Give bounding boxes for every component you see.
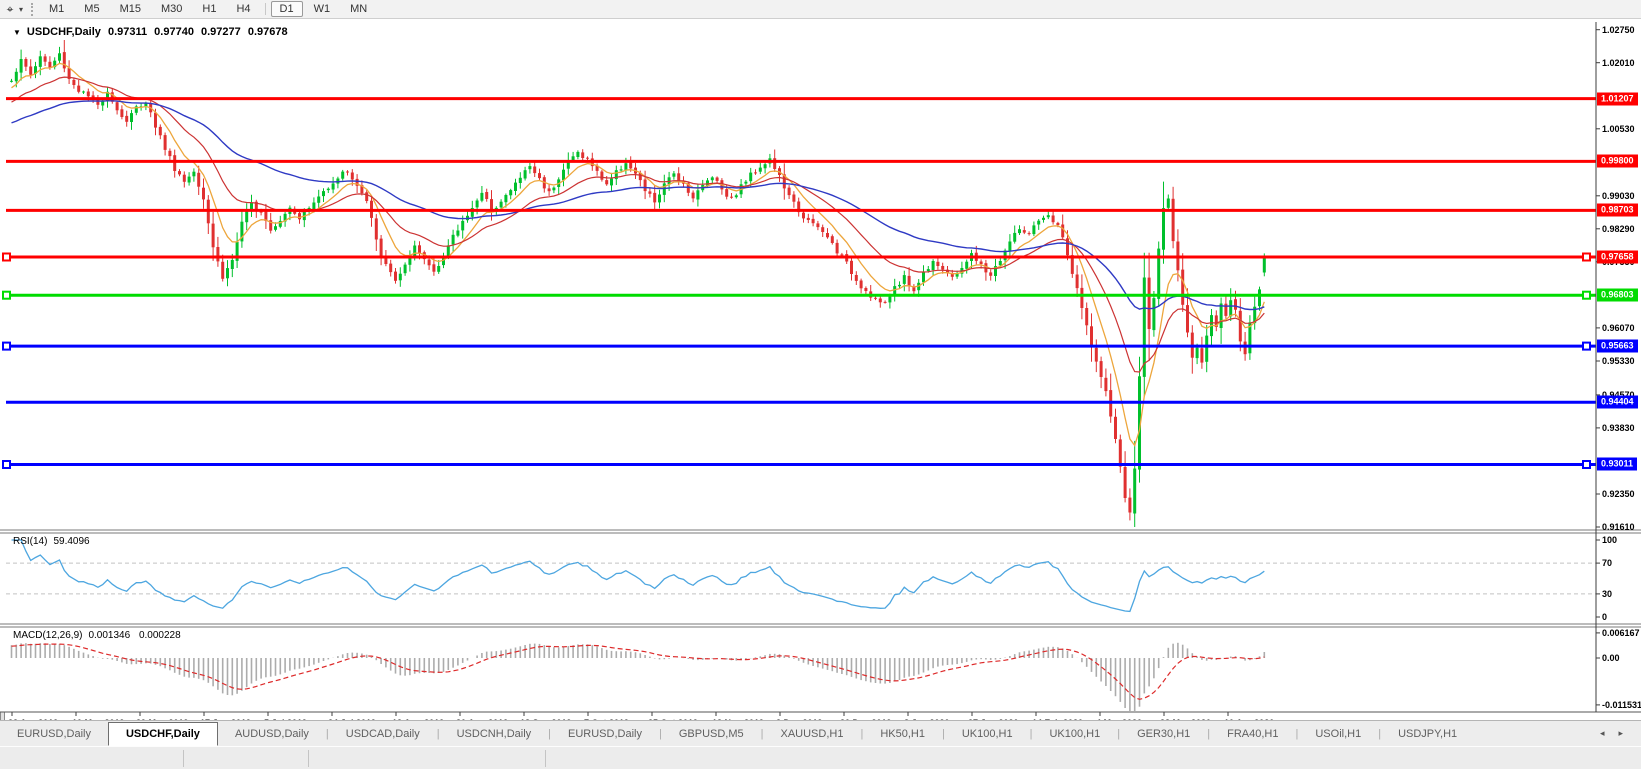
ohlc-close: 0.97678	[247, 26, 288, 38]
macd-indicator-label: MACD(12,26,9) 0.001346 0.000228	[13, 630, 181, 641]
chart-tab-fra40-h1[interactable]: FRA40,H1	[1210, 721, 1295, 746]
toolbar-grip-handle[interactable]	[31, 2, 34, 16]
chart-tab-ger30-h1[interactable]: GER30,H1	[1120, 721, 1207, 746]
timeframe-toolbar: ⌖ ▾ M1 M5 M15 M30 H1 H4 D1 W1 MN	[0, 0, 1641, 19]
price-axis-tick: 0.91610	[1602, 522, 1635, 533]
timeframe-button-mn[interactable]: MN	[341, 1, 376, 17]
level-price-label: 0.97658	[1597, 250, 1638, 264]
chart-tab-hk50-h1[interactable]: HK50,H1	[863, 721, 942, 746]
price-axis-tick: 1.02010	[1602, 57, 1635, 68]
chart-canvas[interactable]	[0, 20, 1641, 740]
price-axis-tick: 1.02750	[1602, 24, 1635, 35]
timeframe-button-m15[interactable]: M15	[111, 1, 150, 17]
timeframe-button-h1[interactable]: H1	[193, 1, 225, 17]
macd-axis-tick: -0.011531	[1602, 699, 1641, 710]
rsi-axis-tick: 0	[1602, 612, 1608, 622]
chart-tab-xauusd-h1[interactable]: XAUUSD,H1	[764, 721, 861, 746]
toolbar-separator	[264, 3, 266, 15]
timeframe-button-m5[interactable]: M5	[75, 1, 108, 17]
level-price-label: 0.99800	[1597, 154, 1638, 168]
status-bar	[0, 746, 1641, 769]
mt4-application-window: ⌖ ▾ M1 M5 M15 M30 H1 H4 D1 W1 MN ▼ USDCHF,Daily 0…	[0, 0, 1641, 769]
rsi-axis-tick: 70	[1602, 558, 1613, 569]
chart-tab-usdchf-daily[interactable]: USDCHF,Daily	[107, 722, 218, 746]
chart-tab-uk100-h1[interactable]: UK100,H1	[945, 721, 1030, 746]
chart-tab-usdcad-daily[interactable]: USDCAD,Daily	[329, 721, 437, 746]
price-axis-tick: 1.00530	[1602, 123, 1635, 134]
chart-window: ▼ USDCHF,Daily 0.97311 0.97740 0.97277 0.…	[0, 20, 1641, 740]
chevron-down-icon[interactable]: ▾	[19, 5, 23, 14]
price-axis-tick: 0.95330	[1602, 355, 1635, 366]
ohlc-high: 0.97740	[154, 26, 194, 38]
symbol-period-label: USDCHF,Daily	[26, 26, 101, 38]
level-price-label: 1.01207	[1597, 92, 1638, 106]
macd-axis-tick: 0.006167	[1602, 627, 1640, 638]
tab-scroll-left-icon[interactable]: ◂	[1600, 728, 1605, 739]
status-divider	[183, 750, 184, 767]
timeframe-button-group: M1 M5 M15 M30 H1 H4 D1 W1 MN	[39, 1, 377, 17]
chart-tab-eurusd-daily[interactable]: EURUSD,Daily	[551, 721, 659, 746]
status-divider	[545, 750, 546, 767]
level-price-label: 0.96803	[1597, 288, 1638, 302]
chart-tab-usdjpy-h1[interactable]: USDJPY,H1	[1381, 721, 1474, 746]
level-price-label: 0.93011	[1597, 457, 1638, 471]
level-price-label: 0.98703	[1597, 203, 1638, 217]
ohlc-open: 0.97311	[107, 26, 148, 38]
ohlc-low: 0.97277	[201, 26, 241, 38]
timeframe-button-m30[interactable]: M30	[152, 1, 191, 17]
timeframe-button-h4[interactable]: H4	[227, 1, 259, 17]
macd-axis-tick: 0.00	[1602, 653, 1620, 663]
timeframe-button-w1[interactable]: W1	[305, 1, 340, 17]
chart-tab-usoil-h1[interactable]: USOil,H1	[1298, 721, 1378, 746]
timeframe-button-d1[interactable]: D1	[270, 1, 303, 17]
level-price-label: 0.95663	[1597, 339, 1638, 353]
price-axis-tick: 0.93830	[1602, 422, 1635, 433]
rsi-indicator-label: RSI(14) 59.4096	[13, 536, 90, 547]
chart-tab-bar: EURUSD,Daily USDCHF,Daily AUDUSD,Daily | USD…	[0, 720, 1641, 746]
macd-main-value: 0.001346	[88, 630, 131, 641]
tab-scroll-right-icon[interactable]: ▸	[1618, 728, 1623, 739]
rsi-axis-tick: 30	[1602, 588, 1613, 599]
chart-title: ▼ USDCHF,Daily 0.97311 0.97740 0.97277 0.…	[13, 26, 292, 38]
status-divider	[308, 750, 309, 767]
chart-tab-uk100-h1[interactable]: UK100,H1	[1032, 721, 1117, 746]
collapse-triangle-icon[interactable]: ▼	[13, 28, 21, 37]
chart-tab-usdcnh-daily[interactable]: USDCNH,Daily	[440, 721, 549, 746]
timeframe-button-m1[interactable]: M1	[40, 1, 73, 17]
crosshair-tool-icon[interactable]: ⌖	[2, 2, 18, 17]
price-axis-tick: 0.92350	[1602, 488, 1635, 499]
price-axis-tick: 0.99030	[1602, 190, 1635, 201]
chart-tab-eurusd-daily[interactable]: EURUSD,Daily	[0, 721, 108, 746]
price-axis-tick: 0.98290	[1602, 223, 1635, 234]
chart-tab-gbpusd-m5[interactable]: GBPUSD,M5	[662, 721, 761, 746]
chart-tab-audusd-daily[interactable]: AUDUSD,Daily	[218, 721, 326, 746]
rsi-axis-tick: 100	[1602, 535, 1618, 545]
rsi-value: 59.4096	[53, 536, 90, 547]
macd-signal-value: 0.000228	[138, 630, 181, 641]
price-axis-tick: 0.96070	[1602, 322, 1635, 333]
level-price-label: 0.94404	[1597, 395, 1638, 409]
